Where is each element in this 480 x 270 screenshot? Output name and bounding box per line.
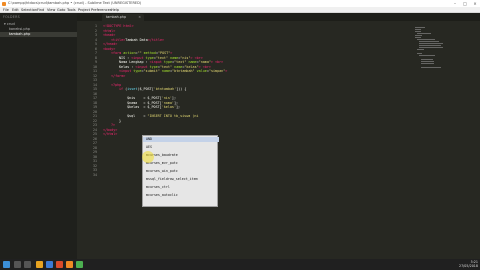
minimap[interactable] bbox=[415, 27, 443, 77]
edge-icon[interactable] bbox=[46, 261, 53, 268]
browser-icon[interactable] bbox=[56, 261, 63, 268]
line-number-gutter: 1 2 3 4 5 6 7 8 9 10 11 12 13 14 15 16 1… bbox=[77, 21, 101, 259]
editor-area[interactable]: tambah.php × 1 2 3 4 5 6 7 8 9 10 11 12 … bbox=[77, 13, 480, 259]
close-window-button[interactable]: × bbox=[470, 0, 480, 7]
code-line: </form> bbox=[111, 73, 126, 78]
autocomplete-item[interactable]: AES bbox=[143, 145, 219, 150]
task-view-icon[interactable] bbox=[24, 261, 31, 268]
autocomplete-item[interactable]: mcurses_ctrl bbox=[143, 185, 219, 190]
folder-sidebar: FOLDERS ▾ crud koneksi.php tambah.php bbox=[0, 13, 77, 259]
app-icon[interactable] bbox=[76, 261, 83, 268]
clock-date: 27/05/2018 bbox=[458, 264, 478, 268]
autocomplete-item[interactable]: mcurses_mvr_putc bbox=[143, 161, 219, 166]
autocomplete-item[interactable]: mcurses_win_putc bbox=[143, 169, 219, 174]
tab-bar: tambah.php × bbox=[77, 13, 480, 21]
sidebar-header: FOLDERS bbox=[3, 15, 20, 19]
tab-close-icon[interactable]: × bbox=[138, 14, 141, 21]
code-line: <input type="submit" name="btntambah" va… bbox=[119, 69, 228, 73]
search-icon[interactable] bbox=[14, 261, 21, 268]
sublime-taskbar-icon[interactable] bbox=[66, 261, 73, 268]
system-tray-clock[interactable]: 5:21 27/05/2018 bbox=[459, 260, 478, 268]
tab-tambah[interactable]: tambah.php × bbox=[102, 14, 144, 21]
window-title: C:\xampp\htdocs\crud\tambah.php • (crud)… bbox=[8, 1, 142, 5]
title-bar: C:\xampp\htdocs\crud\tambah.php • (crud)… bbox=[0, 0, 480, 7]
code-line: if (isset($_POST['btntambah'])) { bbox=[119, 87, 187, 91]
autocomplete-item[interactable]: AND bbox=[143, 137, 219, 143]
code-line: $sql = "INSERT INTO tb_siswa (ni bbox=[127, 114, 199, 118]
sublime-app-icon bbox=[2, 1, 6, 6]
code-line: } bbox=[119, 118, 122, 123]
autocomplete-item[interactable]: mcurses_autoclic bbox=[143, 193, 219, 198]
mouse-cursor-highlight bbox=[142, 151, 154, 163]
windows-taskbar: 5:21 27/05/2018 bbox=[0, 259, 480, 270]
code-line: </html> bbox=[103, 132, 118, 136]
file-explorer-icon[interactable] bbox=[36, 261, 43, 268]
sidebar-file-tambah[interactable]: tambah.php bbox=[0, 32, 77, 37]
line-number: 34 bbox=[93, 172, 97, 177]
autocomplete-item[interactable]: mssql_fieldrow_select_item bbox=[143, 177, 219, 182]
maximize-button[interactable]: □ bbox=[460, 0, 470, 7]
code-line: $kelas = $_POST['kelas']; bbox=[127, 105, 181, 109]
autocomplete-item[interactable]: mcurses_baudrate bbox=[143, 153, 219, 158]
start-icon[interactable] bbox=[3, 261, 10, 268]
code-line: <title>Tambah Data</title> bbox=[111, 37, 165, 42]
tab-label: tambah.php bbox=[106, 15, 127, 19]
minimize-button[interactable]: – bbox=[450, 0, 460, 7]
autocomplete-popup[interactable]: AND AES mcurses_baudrate mcurses_mvr_put… bbox=[142, 135, 219, 207]
